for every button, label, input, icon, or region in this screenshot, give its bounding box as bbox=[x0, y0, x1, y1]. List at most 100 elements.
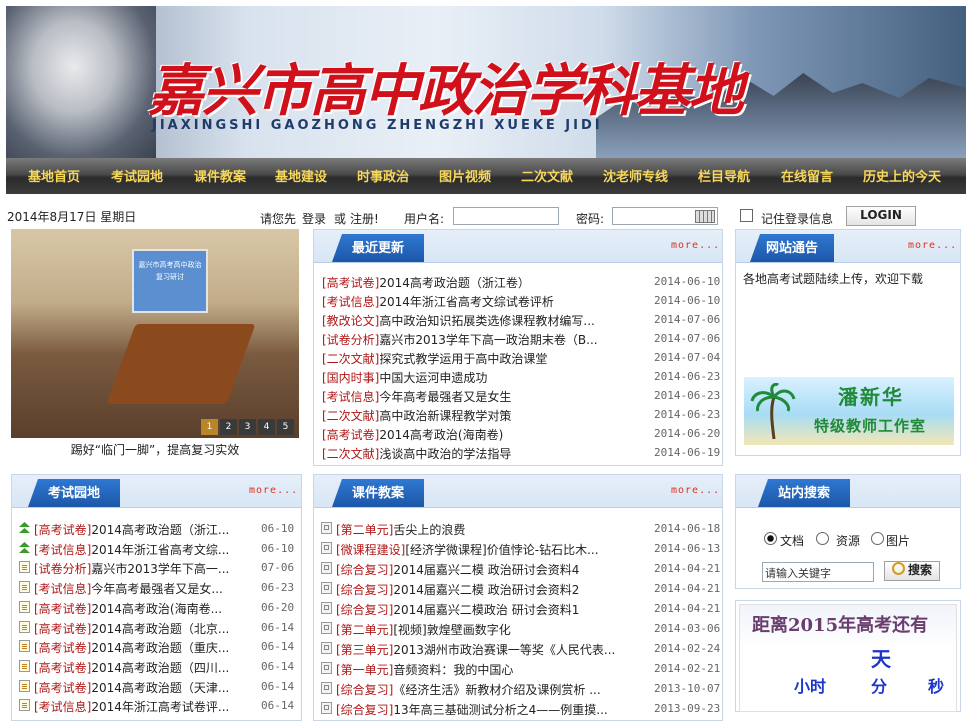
exam-item[interactable]: [考试信息]2014年浙江省高考文综... bbox=[34, 541, 246, 558]
exam-item-category[interactable]: [考试信息] bbox=[34, 700, 91, 714]
exam-item[interactable]: [高考试卷]2014高考政治题（浙江... bbox=[34, 521, 246, 538]
courseware-item[interactable]: [综合复习]13年高三基础测试分析之4——例重摸... bbox=[336, 701, 621, 718]
courseware-item-category[interactable]: [综合复习] bbox=[336, 603, 393, 617]
exam-item[interactable]: [高考试卷]2014高考政治题（四川... bbox=[34, 659, 246, 676]
keyboard-icon[interactable] bbox=[695, 210, 715, 223]
exam-item-title[interactable]: 2014年浙江高考试卷评... bbox=[91, 700, 229, 714]
search-button[interactable]: 搜索 bbox=[884, 561, 940, 581]
courseware-item-category[interactable]: [综合复习] bbox=[336, 583, 393, 597]
recent-item-category[interactable]: [教改论文] bbox=[322, 314, 379, 328]
exam-item-title[interactable]: 2014高考政治题（四川... bbox=[91, 661, 229, 675]
nav-teacher-line[interactable]: 沈老师专线 bbox=[603, 158, 668, 194]
exam-item[interactable]: [考试信息]今年高考最强者又是女... bbox=[34, 580, 246, 597]
slide-page-1[interactable]: 1 bbox=[201, 419, 218, 435]
exam-item-category[interactable]: [高考试卷] bbox=[34, 523, 91, 537]
exam-item-title[interactable]: 今年高考最强者又是女... bbox=[91, 582, 222, 596]
recent-item-title[interactable]: 浅谈高中政治的学法指导 bbox=[379, 447, 511, 461]
exam-item-category[interactable]: [考试信息] bbox=[34, 543, 91, 557]
courseware-item-category[interactable]: [综合复习] bbox=[336, 683, 393, 697]
recent-item-title[interactable]: 2014高考政治题（浙江卷） bbox=[379, 276, 530, 290]
exam-item-category[interactable]: [考试信息] bbox=[34, 582, 91, 596]
recent-item-title[interactable]: 今年高考最强者又是女生 bbox=[379, 390, 511, 404]
courseware-item-title[interactable]: [视频]敦煌壁画数字化 bbox=[393, 623, 510, 637]
exam-item-title[interactable]: 嘉兴市2013学年下高一... bbox=[91, 562, 229, 576]
courseware-item-title[interactable]: 2014届嘉兴二模政治 研讨会资料1 bbox=[393, 603, 579, 617]
recent-item-category[interactable]: [高考试卷] bbox=[322, 276, 379, 290]
courseware-item[interactable]: [综合复习]2014届嘉兴二模政治 研讨会资料1 bbox=[336, 601, 621, 618]
recent-item[interactable]: [试卷分析]嘉兴市2013学年下高一政治期末卷（B... bbox=[322, 331, 617, 348]
recent-item-category[interactable]: [试卷分析] bbox=[322, 333, 379, 347]
exam-item-title[interactable]: 2014高考政治(海南卷... bbox=[91, 602, 222, 616]
recent-item-category[interactable]: [高考试卷] bbox=[322, 428, 379, 442]
courseware-item[interactable]: [微课程建设][经济学微课程]价值悖论-钻石比木... bbox=[336, 541, 621, 558]
recent-item[interactable]: [二次文献]探究式教学运用于高中政治课堂 bbox=[322, 350, 617, 367]
courseware-item-title[interactable]: 2013湖州市政治赛课一等奖《人民代表... bbox=[393, 643, 615, 657]
courseware-item[interactable]: [综合复习]2014届嘉兴二模 政治研讨会资料4 bbox=[336, 561, 621, 578]
exam-item-category[interactable]: [高考试卷] bbox=[34, 641, 91, 655]
recent-item[interactable]: [国内时事]中国大运河申遗成功 bbox=[322, 369, 617, 386]
exam-item[interactable]: [高考试卷]2014高考政治题（天津... bbox=[34, 679, 246, 696]
exam-item-category[interactable]: [高考试卷] bbox=[34, 661, 91, 675]
register-link[interactable]: 注册! bbox=[350, 210, 379, 227]
courseware-item-title[interactable]: 2014届嘉兴二模 政治研讨会资料2 bbox=[393, 583, 579, 597]
slide-page-4[interactable]: 4 bbox=[258, 419, 275, 435]
recent-item-title[interactable]: 嘉兴市2013学年下高一政治期末卷（B... bbox=[379, 333, 597, 347]
exam-item[interactable]: [考试信息]2014年浙江高考试卷评... bbox=[34, 698, 246, 715]
recent-item-category[interactable]: [二次文献] bbox=[322, 352, 379, 366]
remember-checkbox[interactable] bbox=[740, 209, 753, 222]
recent-item-title[interactable]: 高中政治知识拓展类选修课程教材编写... bbox=[379, 314, 594, 328]
slide-page-2[interactable]: 2 bbox=[220, 419, 237, 435]
recent-item-category[interactable]: [考试信息] bbox=[322, 390, 379, 404]
login-link[interactable]: 登录 bbox=[302, 210, 326, 227]
studio-banner[interactable]: 潘新华 特级教师工作室 bbox=[744, 377, 954, 445]
recent-item-category[interactable]: [二次文献] bbox=[322, 409, 379, 423]
nav-current-affairs[interactable]: 时事政治 bbox=[357, 158, 409, 194]
recent-item[interactable]: [考试信息]今年高考最强者又是女生 bbox=[322, 388, 617, 405]
exam-item-title[interactable]: 2014年浙江省高考文综... bbox=[91, 543, 229, 557]
recent-item[interactable]: [二次文献]浅谈高中政治的学法指导 bbox=[322, 445, 617, 462]
radio-images[interactable] bbox=[871, 532, 884, 545]
exam-item-title[interactable]: 2014高考政治题（重庆... bbox=[91, 641, 229, 655]
exam-item-title[interactable]: 2014高考政治题（北京... bbox=[91, 622, 229, 636]
slide-page-3[interactable]: 3 bbox=[239, 419, 256, 435]
courseware-more-link[interactable]: more... bbox=[671, 485, 720, 496]
recent-item[interactable]: [考试信息]2014年浙江省高考文综试卷评析 bbox=[322, 293, 617, 310]
notice-more-link[interactable]: more... bbox=[908, 240, 957, 251]
courseware-item[interactable]: [第二单元][视频]敦煌壁画数字化 bbox=[336, 621, 621, 638]
exam-item-category[interactable]: [试卷分析] bbox=[34, 562, 91, 576]
recent-item-category[interactable]: [国内时事] bbox=[322, 371, 379, 385]
courseware-item-title[interactable]: 13年高三基础测试分析之4——例重摸... bbox=[393, 703, 607, 717]
search-keyword-input[interactable]: 请输入关键字 bbox=[762, 562, 874, 582]
courseware-item-category[interactable]: [第二单元] bbox=[336, 523, 393, 537]
courseware-item[interactable]: [综合复习]《经济生活》新教材介绍及课例赏析 ... bbox=[336, 681, 621, 698]
recent-item[interactable]: [教改论文]高中政治知识拓展类选修课程教材编写... bbox=[322, 312, 617, 329]
courseware-item-title[interactable]: 《经济生活》新教材介绍及课例赏析 ... bbox=[393, 683, 600, 697]
recent-item-category[interactable]: [考试信息] bbox=[322, 295, 379, 309]
recent-item-title[interactable]: 高中政治新课程教学对策 bbox=[379, 409, 511, 423]
recent-item-title[interactable]: 2014年浙江省高考文综试卷评析 bbox=[379, 295, 554, 309]
photo-slideshow[interactable]: 嘉兴市高考高中政治复习研讨 1 2 3 4 5 bbox=[11, 229, 299, 438]
exam-item-title[interactable]: 2014高考政治题（浙江... bbox=[91, 523, 229, 537]
courseware-item-category[interactable]: [综合复习] bbox=[336, 703, 393, 717]
courseware-item[interactable]: [综合复习]2014届嘉兴二模 政治研讨会资料2 bbox=[336, 581, 621, 598]
exam-item-category[interactable]: [高考试卷] bbox=[34, 681, 91, 695]
recent-item[interactable]: [二次文献]高中政治新课程教学对策 bbox=[322, 407, 617, 424]
nav-home[interactable]: 基地首页 bbox=[28, 158, 80, 194]
courseware-item-category[interactable]: [第三单元] bbox=[336, 643, 393, 657]
exam-item-category[interactable]: [高考试卷] bbox=[34, 602, 91, 616]
recent-item-title[interactable]: 中国大运河申遗成功 bbox=[379, 371, 487, 385]
courseware-item[interactable]: [第一单元]音频资料：我的中国心 bbox=[336, 661, 621, 678]
courseware-item-title[interactable]: 舌尖上的浪费 bbox=[393, 523, 465, 537]
courseware-item[interactable]: [第二单元]舌尖上的浪费 bbox=[336, 521, 621, 538]
nav-message[interactable]: 在线留言 bbox=[781, 158, 833, 194]
password-input[interactable] bbox=[612, 207, 718, 225]
exam-item[interactable]: [试卷分析]嘉兴市2013学年下高一... bbox=[34, 560, 246, 577]
nav-base-construction[interactable]: 基地建设 bbox=[275, 158, 327, 194]
courseware-item-title[interactable]: 2014届嘉兴二模 政治研讨会资料4 bbox=[393, 563, 579, 577]
courseware-item-title[interactable]: 音频资料：我的中国心 bbox=[393, 663, 513, 677]
recent-more-link[interactable]: more... bbox=[671, 240, 720, 251]
courseware-item[interactable]: [第三单元]2013湖州市政治赛课一等奖《人民代表... bbox=[336, 641, 621, 658]
courseware-item-category[interactable]: [第一单元] bbox=[336, 663, 393, 677]
courseware-item-category[interactable]: [综合复习] bbox=[336, 563, 393, 577]
recent-item[interactable]: [高考试卷]2014高考政治(海南卷) bbox=[322, 426, 617, 443]
